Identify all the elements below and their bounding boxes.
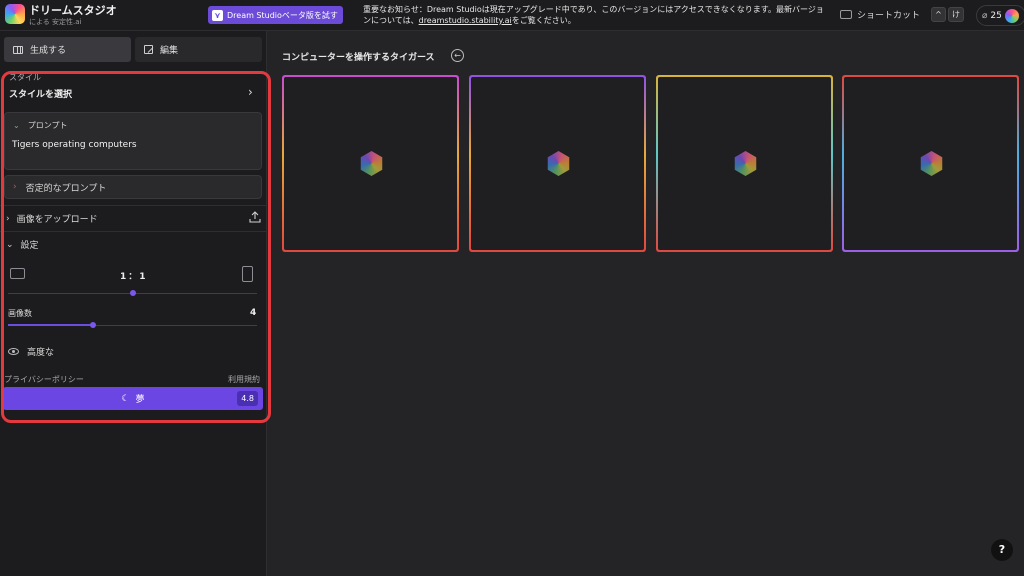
privacy-policy-link[interactable]: プライバシーポリシー	[4, 374, 84, 385]
credits-badge[interactable]: ⌀ 25	[976, 5, 1024, 26]
loading-hexagon-icon	[360, 151, 383, 176]
chevron-right-icon[interactable]: ›	[248, 85, 253, 99]
image-placeholder	[658, 77, 831, 250]
settings-label: 設定	[20, 241, 39, 251]
divider	[0, 205, 266, 206]
dream-button-label: 夢	[135, 395, 145, 405]
notice-suffix: をご覧ください。	[511, 16, 576, 25]
tab-edit-label: 編集	[160, 46, 179, 56]
page-title: コンピューターを操作するタイガース	[282, 53, 435, 63]
upload-label: 画像をアップロード	[16, 215, 98, 225]
image-placeholder	[284, 77, 457, 250]
loading-hexagon-icon	[734, 151, 757, 176]
grid-icon	[13, 45, 23, 54]
advanced-toggle[interactable]: 高度な	[8, 345, 54, 358]
image-count-slider-fill	[8, 324, 93, 326]
paperclip-icon: ⌀	[982, 10, 988, 21]
upload-image-row[interactable]: › 画像をアップロード	[6, 212, 262, 226]
back-arrow-icon[interactable]: ←	[451, 49, 464, 62]
prompt-input[interactable]: Tigers operating computers	[12, 140, 137, 150]
chevron-right-icon: ›	[6, 213, 10, 224]
prompt-label: プロンプト	[27, 121, 68, 130]
image-count-slider-thumb[interactable]	[89, 322, 96, 328]
shortcut-key-ke: け	[948, 7, 964, 22]
app-name: ドリームスタジオ	[29, 4, 117, 17]
dream-button[interactable]: ☾ 夢 4.8	[3, 387, 263, 410]
settings-row[interactable]: ⌄ 設定	[6, 238, 39, 252]
top-bar: ドリームスタジオ による 安定性.ai ⋎ Dream Studioベータ版を試…	[0, 0, 1024, 31]
chevron-down-icon: ⌄	[6, 239, 14, 250]
moon-icon: ☾	[121, 393, 130, 404]
help-button[interactable]: ?	[991, 539, 1013, 561]
try-beta-button[interactable]: ⋎ Dream Studioベータ版を試す	[208, 6, 343, 24]
logo-icon[interactable]	[5, 4, 25, 24]
sidebar: 生成する 編集 スタイル スタイルを選択 › ⌄ プロンプト Tigers op…	[0, 31, 267, 576]
image-card[interactable]	[656, 75, 833, 252]
image-count-label: 画像数	[8, 309, 32, 318]
app-by-line: による 安定性.ai	[29, 18, 82, 26]
divider	[0, 231, 266, 232]
tab-generate[interactable]: 生成する	[4, 37, 131, 62]
notice-banner: 重要なお知らせ：Dream Studioは現在アップグレード中であり、このバージ…	[363, 4, 825, 26]
upload-icon[interactable]	[249, 211, 261, 223]
aspect-ratio-slider-thumb[interactable]	[129, 290, 136, 296]
chevron-right-icon: ›	[13, 182, 17, 192]
portrait-ratio-icon[interactable]	[242, 266, 253, 282]
tab-generate-label: 生成する	[30, 46, 67, 56]
advanced-label: 高度な	[27, 348, 55, 358]
negative-prompt-panel[interactable]: › 否定的なプロンプト	[4, 175, 262, 199]
notice-link[interactable]: dreamstudio.stability.ai	[419, 16, 512, 25]
beta-button-label: Dream Studioベータ版を試す	[227, 10, 338, 20]
terms-link[interactable]: 利用規約	[228, 374, 260, 385]
image-card[interactable]	[469, 75, 646, 252]
style-select[interactable]: スタイルを選択	[9, 87, 72, 100]
chevron-down-icon: ⌄	[13, 121, 20, 130]
credits-count: 25	[990, 10, 1002, 21]
keyboard-icon	[840, 10, 852, 19]
aspect-ratio-value: 1：1	[120, 272, 148, 282]
shortcut-button[interactable]: ショートカット	[840, 8, 920, 21]
prompt-panel[interactable]: ⌄ プロンプト Tigers operating computers	[4, 112, 262, 170]
dream-cost-badge: 4.8	[237, 391, 258, 406]
prompt-header[interactable]: ⌄ プロンプト	[13, 120, 67, 131]
loading-hexagon-icon	[547, 151, 570, 176]
style-label: スタイル	[9, 73, 41, 82]
image-count-value: 4	[250, 308, 257, 318]
loading-hexagon-icon	[920, 151, 943, 176]
shortcut-label: ショートカット	[857, 11, 921, 21]
image-placeholder	[844, 77, 1017, 250]
shortcut-key-ctrl: ^	[931, 7, 946, 22]
edit-icon	[144, 45, 153, 54]
image-card[interactable]	[842, 75, 1019, 252]
image-card[interactable]	[282, 75, 459, 252]
negative-prompt-label: 否定的なプロンプト	[25, 183, 107, 194]
tab-edit[interactable]: 編集	[135, 37, 262, 62]
avatar[interactable]	[1004, 8, 1019, 23]
landscape-ratio-icon[interactable]	[10, 268, 25, 279]
beta-icon: ⋎	[212, 9, 223, 21]
eye-icon	[8, 348, 19, 355]
image-placeholder	[471, 77, 644, 250]
